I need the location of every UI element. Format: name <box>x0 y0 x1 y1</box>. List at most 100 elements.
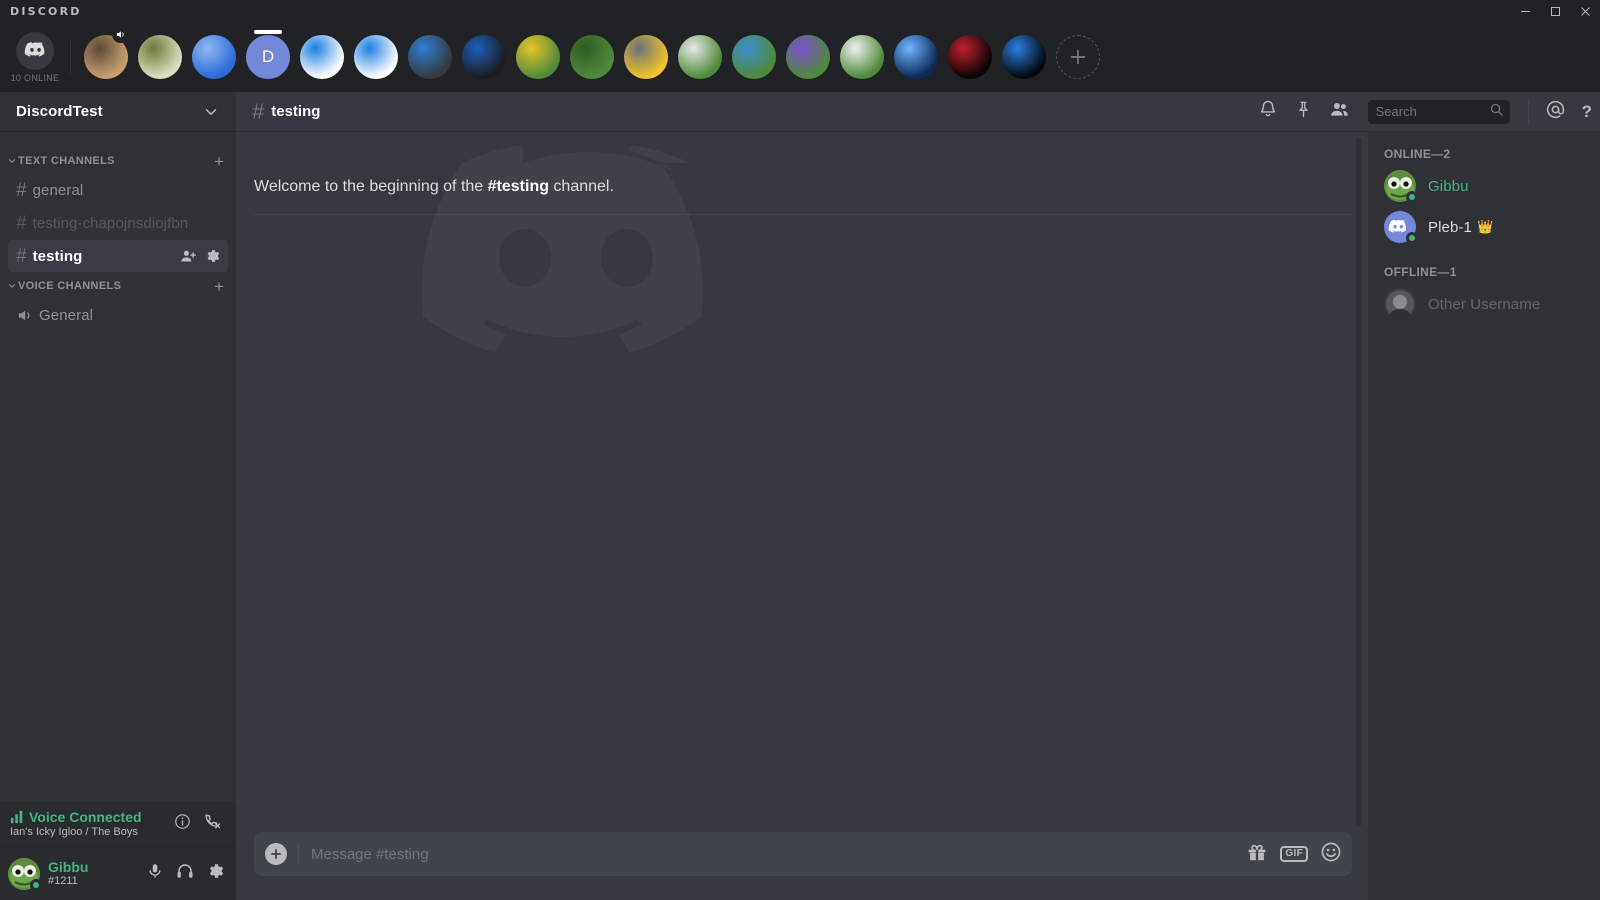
guild-pepe-book-server[interactable] <box>727 22 781 92</box>
main-area: # testing Search ? Welcome to the beginn… <box>236 92 1600 900</box>
online-count-label: 10 ONLINE <box>10 72 60 83</box>
user-panel: Gibbu #1211 <box>0 847 236 900</box>
crown-icon: 👑 <box>1476 219 1494 234</box>
guild-esa-blue-server[interactable] <box>997 22 1051 92</box>
speaker-icon <box>16 307 33 324</box>
avatar[interactable] <box>8 857 42 891</box>
voice-status-label: Voice Connected <box>29 809 142 825</box>
emoji-icon[interactable] <box>1320 841 1342 868</box>
hash-icon: # <box>16 212 27 234</box>
message-scroll-area[interactable]: Welcome to the beginning of the #testing… <box>236 131 1368 832</box>
guild-header[interactable]: DiscordTest <box>0 92 236 131</box>
guild-b-dark-server[interactable] <box>403 22 457 92</box>
header-divider <box>1527 99 1529 124</box>
guild-pepe-king-server[interactable] <box>511 22 565 92</box>
guild-icon <box>1002 35 1046 79</box>
guild-b2-white-server[interactable] <box>349 22 403 92</box>
guild-dog-server[interactable] <box>79 22 133 92</box>
channel-actions <box>180 248 220 265</box>
guild-emoji-hat-server[interactable] <box>619 22 673 92</box>
attach-button[interactable] <box>254 843 298 865</box>
member-group-header: ONLINE—2 <box>1384 147 1451 161</box>
scrollbar-thumb[interactable] <box>1356 137 1362 826</box>
guild-breach-server[interactable] <box>889 22 943 92</box>
discord-wordmark: DISCORD <box>10 4 82 18</box>
add-channel-icon[interactable]: + <box>214 153 228 170</box>
member-item-pleb-1[interactable]: Pleb-1 👑 <box>1376 207 1592 247</box>
guild-red-eye-server[interactable] <box>943 22 997 92</box>
avatar <box>1384 288 1416 320</box>
channel-list: TEXT CHANNELS + # general # testing-chapojnsd… <box>0 131 236 801</box>
guild-pepe-coffee-server[interactable] <box>835 22 889 92</box>
info-icon[interactable] <box>174 813 191 835</box>
hash-icon: # <box>16 245 27 267</box>
guild-icon <box>624 35 668 79</box>
header-toolbar: Search ? <box>1258 99 1592 125</box>
guild-b-white-server[interactable] <box>295 22 349 92</box>
welcome-divider <box>254 214 1352 215</box>
microphone-icon[interactable] <box>146 862 164 885</box>
plus-icon <box>265 843 287 865</box>
gif-button[interactable]: GIF <box>1280 846 1308 862</box>
composer-wrapper: Message #testing GIF <box>236 832 1368 900</box>
guild-icon <box>894 35 938 79</box>
search-icon <box>1489 102 1504 122</box>
channel-item-General[interactable]: General <box>8 299 228 331</box>
guild-pepe-a-server[interactable] <box>565 22 619 92</box>
home-button[interactable]: 10 ONLINE <box>0 22 70 92</box>
guild-pepe-abc-server[interactable] <box>673 22 727 92</box>
guild-pepe-phone-server[interactable] <box>781 22 835 92</box>
pin-icon[interactable] <box>1294 100 1313 124</box>
voice-location-label: Ian's Icky Igloo / The Boys <box>10 826 138 838</box>
message-input[interactable]: Message #testing <box>311 846 1246 863</box>
add-channel-icon[interactable]: + <box>214 278 228 295</box>
add-server-button[interactable] <box>1051 22 1105 92</box>
guild-discordtest-server[interactable]: D <box>241 22 295 92</box>
channel-category-text[interactable]: TEXT CHANNELS + <box>0 149 236 173</box>
search-input[interactable]: Search <box>1367 99 1510 124</box>
discord-app-window: DISCORD 10 ONLINE D DiscordTest TEXT CHA… <box>0 0 1600 900</box>
channel-label: General <box>39 306 94 324</box>
title-bar: DISCORD <box>0 0 1600 22</box>
channel-item-testing-chapojnsdiojfbn[interactable]: # testing-chapojnsdiojfbn <box>8 207 228 239</box>
channel-category-voice[interactable]: VOICE CHANNELS + <box>0 274 236 298</box>
members-icon[interactable] <box>1329 99 1350 125</box>
member-item-other-username[interactable]: Other Username <box>1376 284 1592 324</box>
guild-cross-server[interactable] <box>133 22 187 92</box>
member-name: Pleb-1 <box>1428 218 1472 236</box>
member-item-gibbu[interactable]: Gibbu <box>1376 166 1592 206</box>
gear-icon[interactable] <box>206 862 224 885</box>
welcome-prefix: Welcome to the beginning of the <box>254 178 488 195</box>
close-icon[interactable] <box>1570 0 1600 22</box>
app-body: DiscordTest TEXT CHANNELS + # general # testi… <box>0 92 1600 900</box>
guild-icon <box>192 35 236 79</box>
channel-item-general[interactable]: # general <box>8 174 228 206</box>
help-icon[interactable]: ? <box>1582 103 1592 120</box>
message-composer[interactable]: Message #testing GIF <box>254 832 1352 876</box>
page-title: testing <box>271 103 321 120</box>
channel-settings-gear-icon[interactable] <box>204 248 220 264</box>
bell-icon[interactable] <box>1258 99 1278 124</box>
maximize-icon[interactable] <box>1540 0 1570 22</box>
message-scrollbar[interactable] <box>1355 137 1363 826</box>
gift-icon[interactable] <box>1246 841 1268 868</box>
guild-icon <box>570 35 614 79</box>
current-user-tag: #1211 <box>48 875 78 887</box>
guild-anime-server[interactable] <box>187 22 241 92</box>
add-member-icon[interactable] <box>180 248 197 265</box>
minimize-icon[interactable] <box>1510 0 1540 22</box>
voice-buttons <box>174 812 228 836</box>
current-username: Gibbu <box>48 859 89 875</box>
guild-d-dark-server[interactable] <box>457 22 511 92</box>
disconnect-call-icon[interactable] <box>203 812 222 836</box>
guild-icon <box>138 35 182 79</box>
guild-icon <box>678 35 722 79</box>
headphones-icon[interactable] <box>176 862 194 885</box>
mentions-icon[interactable] <box>1545 99 1566 125</box>
voice-status-panel: Voice Connected Ian's Icky Igloo / The B… <box>0 801 236 847</box>
welcome-message: Welcome to the beginning of the #testing… <box>236 131 1368 197</box>
status-badge <box>30 878 42 891</box>
content-area: Welcome to the beginning of the #testing… <box>236 131 1600 900</box>
channel-item-testing[interactable]: # testing <box>8 240 228 272</box>
guild-icon <box>948 35 992 79</box>
